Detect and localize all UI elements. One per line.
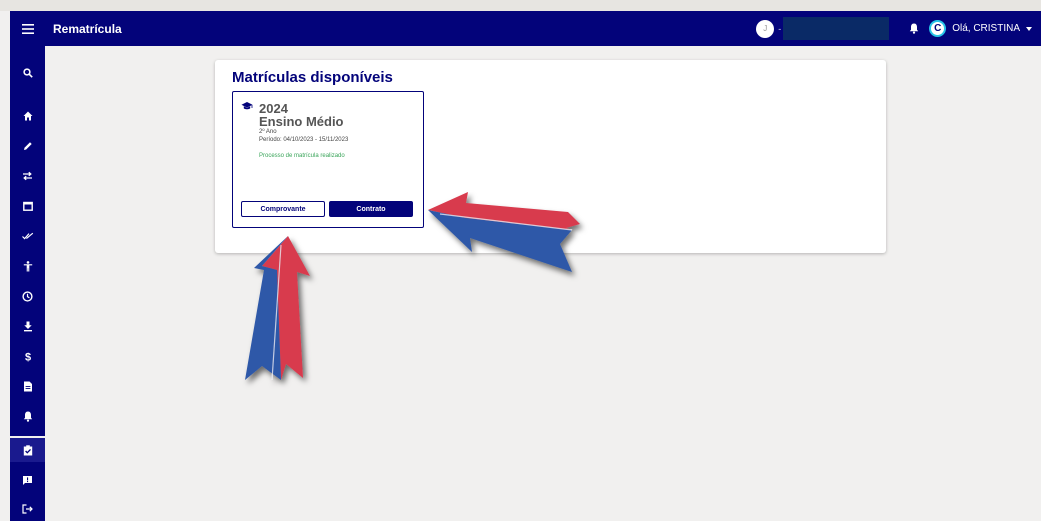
receipt-button[interactable]: Comprovante bbox=[241, 201, 325, 217]
app-title: Rematrícula bbox=[53, 21, 122, 36]
document-icon bbox=[23, 381, 32, 391]
sidebar-item-search[interactable] bbox=[10, 61, 45, 85]
notifications-button[interactable] bbox=[909, 23, 919, 34]
search-icon bbox=[22, 68, 33, 78]
enrollment-status: Processo de matrícula realizado bbox=[259, 153, 345, 159]
sidebar: $ bbox=[10, 46, 45, 521]
home-icon bbox=[23, 111, 32, 121]
page-title: Matrículas disponíveis bbox=[232, 69, 393, 86]
sidebar-item-home[interactable] bbox=[10, 104, 45, 128]
pencil-icon bbox=[23, 142, 32, 150]
sidebar-item-documents[interactable] bbox=[10, 374, 45, 398]
enrollments-panel: Matrículas disponíveis 2024 Ensino Médio… bbox=[215, 60, 886, 253]
clipboard-check-icon bbox=[23, 444, 32, 455]
feedback-icon bbox=[23, 475, 32, 485]
sidebar-item-enrollment[interactable] bbox=[10, 438, 45, 462]
double-check-icon bbox=[21, 232, 33, 240]
app-bar: Rematrícula J - C Olá, CRISTINA bbox=[10, 11, 1041, 46]
redacted-school-name bbox=[783, 17, 890, 40]
sidebar-item-finance[interactable]: $ bbox=[10, 344, 45, 368]
sidebar-item-notifications[interactable] bbox=[10, 404, 45, 428]
school-avatar[interactable]: J bbox=[756, 19, 775, 38]
sidebar-item-edit[interactable] bbox=[10, 134, 45, 158]
enrollment-card: 2024 Ensino Médio 2º Ano Período: 04/10/… bbox=[232, 91, 424, 228]
enrollment-level: Ensino Médio bbox=[259, 114, 344, 129]
sidebar-item-feedback[interactable] bbox=[10, 468, 45, 492]
appbar-right: J - C Olá, CRISTINA bbox=[756, 11, 1041, 46]
download-icon bbox=[23, 321, 32, 331]
sidebar-item-approvals[interactable] bbox=[10, 224, 45, 248]
enrollment-grade: 2º Ano bbox=[259, 129, 277, 135]
bell-icon bbox=[23, 411, 32, 422]
sidebar-item-accessibility[interactable] bbox=[10, 254, 45, 278]
chevron-down-icon[interactable] bbox=[1026, 26, 1032, 31]
dollar-icon: $ bbox=[24, 352, 30, 363]
sidebar-item-downloads[interactable] bbox=[10, 314, 45, 338]
swap-icon bbox=[23, 171, 32, 181]
user-avatar[interactable]: C bbox=[929, 20, 947, 37]
calendar-icon bbox=[22, 201, 33, 211]
hamburger-icon bbox=[21, 23, 34, 34]
school-separator: - bbox=[778, 23, 782, 34]
sidebar-item-calendar[interactable] bbox=[10, 194, 45, 218]
logout-icon bbox=[22, 504, 33, 514]
sidebar-item-history[interactable] bbox=[10, 284, 45, 308]
contract-button[interactable]: Contrato bbox=[329, 201, 413, 217]
user-greeting[interactable]: Olá, CRISTINA bbox=[952, 23, 1020, 34]
up-arrow-graphic bbox=[245, 236, 310, 381]
sidebar-item-logout[interactable] bbox=[10, 497, 45, 521]
enrollment-period: Período: 04/10/2023 - 15/11/2023 bbox=[259, 137, 349, 143]
menu-button[interactable] bbox=[10, 11, 45, 46]
top-strip bbox=[0, 0, 1041, 11]
accessibility-icon bbox=[23, 260, 32, 271]
bell-icon bbox=[910, 23, 919, 34]
graduation-cap-icon bbox=[241, 102, 253, 110]
svg-text:$: $ bbox=[24, 352, 30, 363]
sidebar-item-transfer[interactable] bbox=[10, 164, 45, 188]
clock-icon bbox=[22, 290, 33, 302]
